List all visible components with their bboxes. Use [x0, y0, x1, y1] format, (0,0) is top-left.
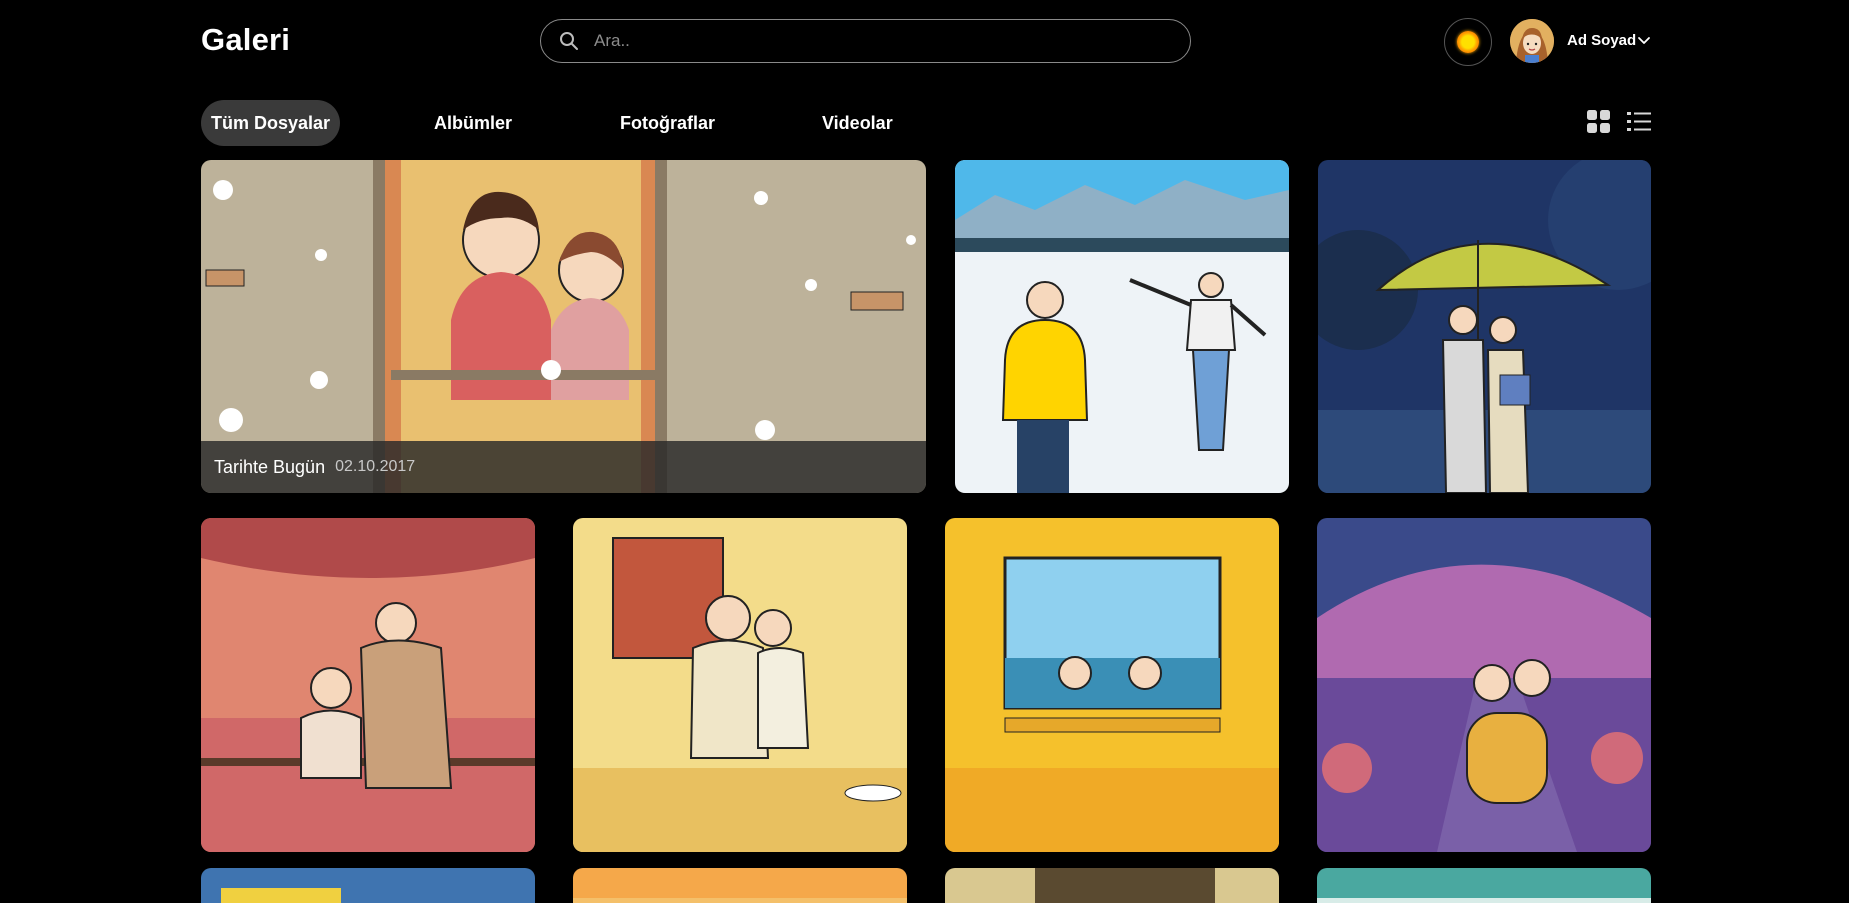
sun-icon	[1457, 31, 1479, 53]
photo-thumbnail	[573, 868, 907, 903]
theme-toggle-button[interactable]	[1444, 18, 1492, 66]
list-view-icon[interactable]	[1625, 108, 1653, 136]
app-logo[interactable]: Galeri	[201, 22, 290, 58]
photo-thumbnail	[945, 868, 1279, 903]
photo-tile[interactable]	[201, 518, 535, 852]
search-input[interactable]	[594, 31, 1190, 51]
search-icon	[560, 32, 578, 50]
tab-albums[interactable]: Albümler	[434, 100, 512, 146]
photo-thumbnail	[955, 160, 1289, 493]
search-bar[interactable]	[540, 19, 1191, 63]
grid-view-icon[interactable]	[1585, 108, 1613, 136]
photo-thumbnail	[1317, 868, 1651, 903]
user-name[interactable]: Ad Soyad	[1567, 32, 1636, 49]
tab-videos[interactable]: Videolar	[822, 100, 893, 146]
featured-date: 02.10.2017	[335, 458, 416, 475]
photo-tile[interactable]	[945, 868, 1279, 903]
photo-thumbnail	[1317, 518, 1651, 852]
photo-thumbnail	[201, 868, 535, 903]
photo-thumbnail	[945, 518, 1279, 852]
featured-photo-tile[interactable]: Tarihte Bugün 02.10.2017	[201, 160, 926, 493]
tab-all-files[interactable]: Tüm Dosyalar	[201, 100, 341, 146]
photo-tile[interactable]	[201, 868, 535, 903]
featured-title: Tarihte Bugün	[214, 456, 326, 477]
photo-tile[interactable]	[1318, 160, 1651, 493]
chevron-down-icon[interactable]	[1637, 35, 1651, 47]
tab-photos[interactable]: Fotoğraflar	[620, 100, 715, 146]
photo-thumbnail	[201, 518, 535, 852]
avatar[interactable]	[1510, 19, 1554, 63]
photo-tile[interactable]	[945, 518, 1279, 852]
photo-tile[interactable]	[955, 160, 1289, 493]
photo-tile[interactable]	[573, 868, 907, 903]
featured-caption: Tarihte Bugün 02.10.2017	[201, 441, 926, 493]
photo-thumbnail	[573, 518, 907, 852]
photo-tile[interactable]	[1317, 868, 1651, 903]
photo-thumbnail	[1318, 160, 1651, 493]
photo-tile[interactable]	[573, 518, 907, 852]
photo-tile[interactable]	[1317, 518, 1651, 852]
